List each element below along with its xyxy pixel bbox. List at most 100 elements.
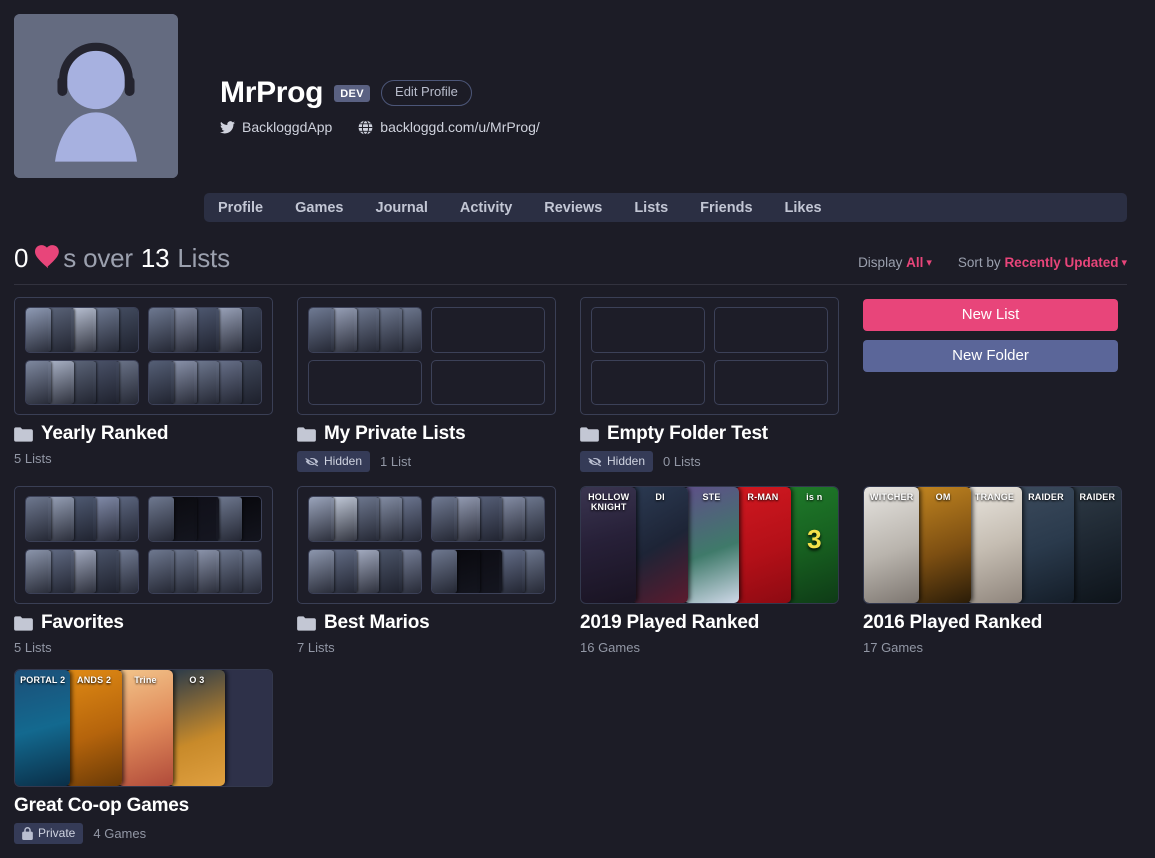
mini-cover	[26, 497, 52, 541]
display-value: All	[906, 255, 924, 270]
card-title[interactable]: Best Marios	[297, 612, 580, 634]
cover-title: RAIDER	[1028, 492, 1064, 502]
folder-preview[interactable]	[580, 297, 839, 415]
folder-card: Yearly Ranked 5 Lists	[14, 297, 297, 472]
mini-cover	[171, 497, 197, 541]
display-label: Display	[858, 255, 903, 270]
card-title[interactable]: 2016 Played Ranked	[863, 612, 1146, 634]
mini-cover	[171, 360, 197, 404]
eye-slash-icon	[305, 457, 319, 466]
lists-section-bar: 0 s over 13 Lists Display All ▾ Sort by R…	[14, 243, 1127, 285]
mini-cover	[398, 549, 421, 593]
folder-icon	[297, 426, 316, 442]
card-count: 16 Games	[580, 640, 640, 655]
mini-cover	[476, 497, 503, 541]
game-cover: PORTAL 2	[15, 670, 71, 786]
heart-icon	[35, 245, 61, 276]
cover-number: 3	[807, 524, 822, 555]
mini-list-preview	[308, 307, 422, 353]
mini-cover	[432, 549, 458, 593]
folder-icon	[14, 615, 33, 631]
list-preview[interactable]: WITCHER OM TRANGE RAIDER RAIDER	[863, 486, 1122, 604]
folder-preview[interactable]	[297, 297, 556, 415]
twitter-icon	[220, 120, 235, 133]
folder-card: Favorites 5 Lists	[14, 486, 297, 655]
profile-links: BackloggdApp backloggd.com/u/MrProg/	[220, 119, 1155, 135]
website-link[interactable]: backloggd.com/u/MrProg/	[358, 119, 540, 135]
tab-journal[interactable]: Journal	[376, 200, 428, 216]
tab-reviews[interactable]: Reviews	[544, 200, 602, 216]
list-actions: New List New Folder	[863, 297, 1146, 472]
card-title-text: Yearly Ranked	[41, 423, 169, 444]
mini-cover	[93, 308, 119, 352]
mini-list-empty-slot	[714, 307, 828, 353]
tab-friends[interactable]: Friends	[700, 200, 752, 216]
tab-profile[interactable]: Profile	[218, 200, 263, 216]
mini-cover	[331, 497, 357, 541]
mini-cover	[26, 308, 52, 352]
sort-value: Recently Updated	[1004, 255, 1119, 270]
dev-badge: DEV	[334, 84, 371, 102]
sort-filter[interactable]: Sort by Recently Updated ▾	[958, 255, 1127, 270]
eye-slash-icon	[588, 457, 602, 466]
card-title[interactable]: Empty Folder Test	[580, 423, 863, 445]
card-title[interactable]: Great Co-op Games	[14, 795, 297, 817]
edit-profile-button[interactable]: Edit Profile	[381, 80, 472, 106]
cover-title: TRANGE	[974, 492, 1015, 502]
mini-cover	[115, 308, 138, 352]
card-title[interactable]: Yearly Ranked	[14, 423, 297, 445]
folder-preview[interactable]	[297, 486, 556, 604]
mini-cover	[149, 549, 175, 593]
mini-cover	[521, 549, 544, 593]
card-title[interactable]: 2019 Played Ranked	[580, 612, 863, 634]
mini-cover	[193, 497, 220, 541]
tab-activity[interactable]: Activity	[460, 200, 512, 216]
status-badge: Private	[14, 823, 84, 844]
sort-label: Sort by	[957, 255, 1001, 270]
tab-likes[interactable]: Likes	[785, 200, 822, 216]
list-preview[interactable]: HOLLOW KNIGHT DI STE R-MAN is n 3	[580, 486, 839, 604]
mini-cover	[70, 308, 97, 352]
mini-cover	[353, 549, 380, 593]
folder-preview[interactable]	[14, 297, 273, 415]
mini-cover	[454, 549, 480, 593]
mini-cover	[193, 549, 220, 593]
mini-cover	[115, 549, 138, 593]
mini-cover	[48, 497, 74, 541]
mini-cover	[309, 497, 335, 541]
cover-title: ANDS 2	[77, 675, 112, 685]
tab-lists[interactable]: Lists	[634, 200, 668, 216]
list-controls: Display All ▾ Sort by Recently Updated ▾	[858, 255, 1127, 274]
card-meta: Private 4 Games	[14, 823, 297, 844]
new-list-button[interactable]: New List	[863, 299, 1118, 331]
mini-cover	[309, 549, 335, 593]
folder-icon	[297, 615, 316, 631]
folder-preview[interactable]	[14, 486, 273, 604]
avatar[interactable]	[14, 14, 178, 178]
game-cover: HOLLOW KNIGHT	[581, 487, 637, 603]
card-title[interactable]: My Private Lists	[297, 423, 580, 445]
card-count: 17 Games	[863, 640, 923, 655]
mini-list-preview	[431, 496, 545, 542]
card-title-text: 2019 Played Ranked	[580, 612, 760, 633]
chevron-down-icon: ▾	[926, 257, 932, 269]
tab-games[interactable]: Games	[295, 200, 343, 216]
cover-title: RAIDER	[1079, 492, 1116, 502]
game-cover: is n 3	[786, 487, 838, 603]
cover-title: STE	[702, 492, 721, 502]
twitter-handle: BackloggdApp	[242, 119, 333, 135]
card-title[interactable]: Favorites	[14, 612, 297, 634]
list-card: PORTAL 2 ANDS 2 Trine O 3 Great Co-op Games P…	[14, 669, 297, 844]
card-meta: 7 Lists	[297, 640, 580, 655]
new-folder-button[interactable]: New Folder	[863, 340, 1118, 372]
mini-cover	[499, 549, 525, 593]
card-title-text: Great Co-op Games	[14, 795, 190, 816]
card-count: 5 Lists	[14, 640, 52, 655]
mini-cover	[398, 497, 421, 541]
twitter-link[interactable]: BackloggdApp	[220, 119, 332, 135]
display-filter[interactable]: Display All ▾	[858, 255, 932, 270]
default-user-headphones-avatar-icon	[14, 14, 178, 178]
game-cover: WITCHER	[864, 487, 920, 603]
card-title-text: Best Marios	[324, 612, 430, 633]
list-preview[interactable]: PORTAL 2 ANDS 2 Trine O 3	[14, 669, 273, 787]
